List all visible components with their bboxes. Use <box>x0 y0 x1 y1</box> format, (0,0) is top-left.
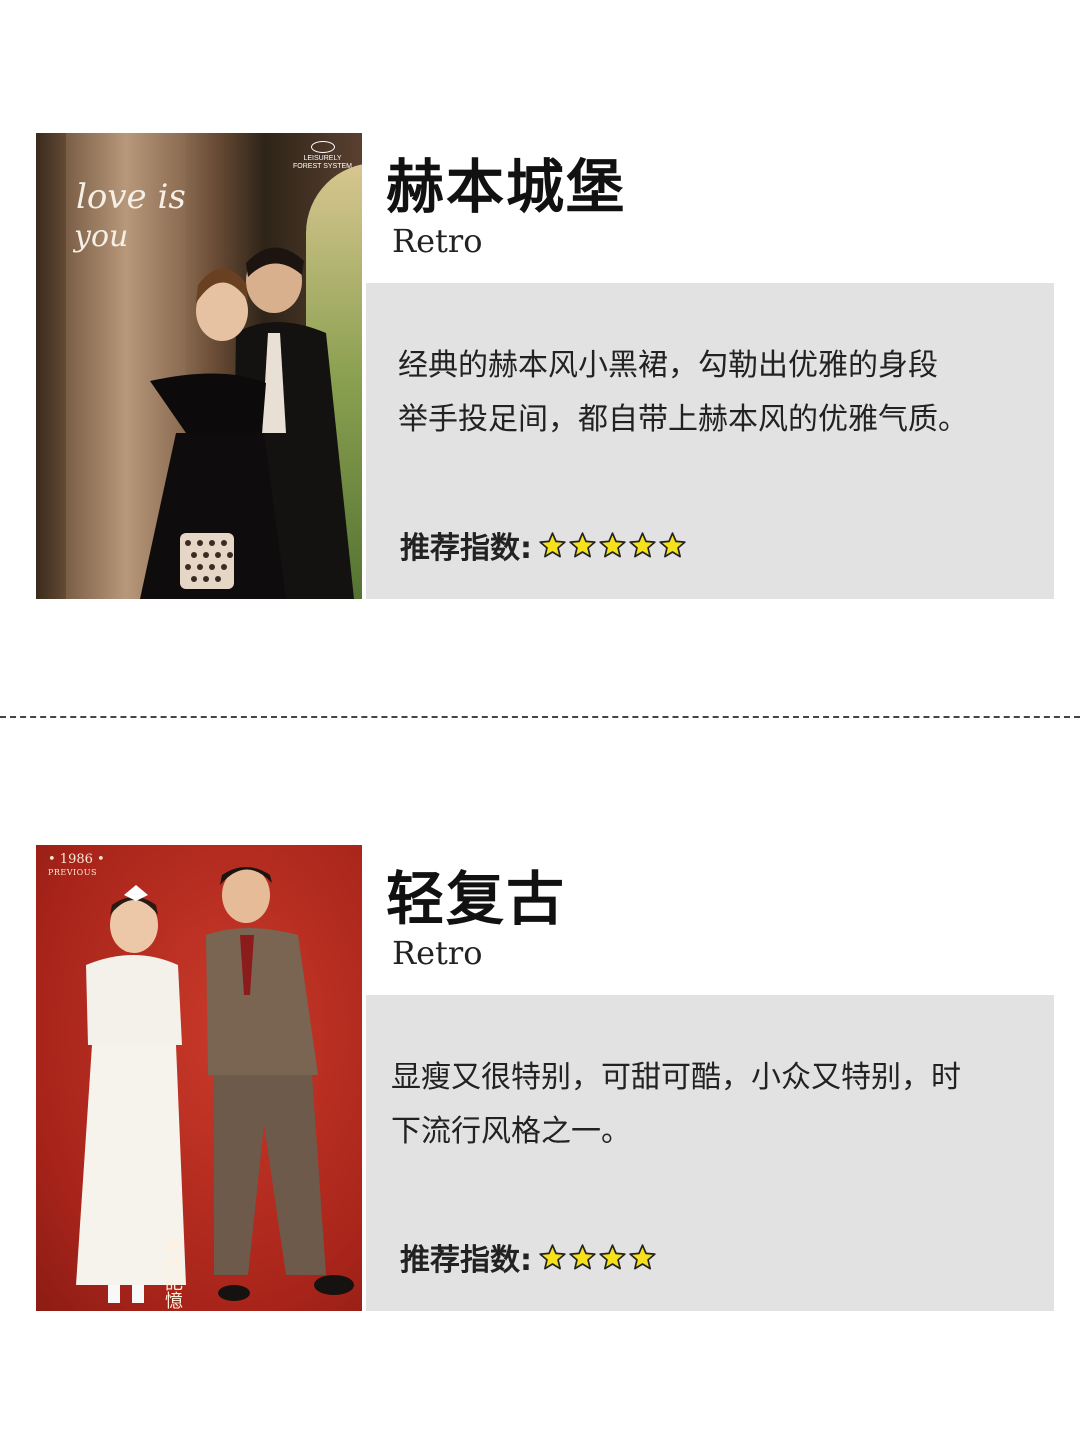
card-subtitle: Retro <box>392 934 483 972</box>
star-icon <box>569 1243 596 1269</box>
photo-year-mark: • 1986 • PREVIOUS <box>48 852 105 877</box>
dashed-divider <box>0 716 1080 718</box>
couple-photo-light-retro: • 1986 • PREVIOUS 時代記憶 <box>36 845 362 1311</box>
card-title: 赫本城堡 <box>386 153 627 221</box>
star-icon <box>599 1243 626 1269</box>
couple-illustration <box>76 867 354 1303</box>
star-icon <box>599 531 626 557</box>
star-icon <box>539 531 566 557</box>
photo-caption: 時代記憶 <box>162 1237 183 1309</box>
rating-row: 推荐指数: <box>400 523 688 567</box>
photo-script-line2: you <box>74 219 129 254</box>
star-icon <box>659 531 686 557</box>
star-icon <box>539 1243 566 1269</box>
photo-script-line1: love is <box>76 177 186 217</box>
rating-row: 推荐指数: <box>400 1235 658 1279</box>
card-title: 轻复古 <box>386 865 567 933</box>
star-rating <box>538 1243 658 1272</box>
star-rating <box>538 531 688 560</box>
rating-label: 推荐指数: <box>400 531 532 566</box>
description-panel: 显瘦又很特别，可甜可酷，小众又特别，时 下流行风格之一。 推荐指数: <box>366 995 1054 1311</box>
star-icon <box>569 531 596 557</box>
card-description: 经典的赫本风小黑裙，勾勒出优雅的身段 举手投足间，都自带上赫本风的优雅气质。 <box>398 348 968 437</box>
logo-badge-icon <box>310 141 335 153</box>
card-description: 显瘦又很特别，可甜可酷，小众又特别，时 下流行风格之一。 <box>391 1060 961 1149</box>
description-panel: 经典的赫本风小黑裙，勾勒出优雅的身段 举手投足间，都自带上赫本风的优雅气质。 推… <box>366 283 1054 599</box>
star-icon <box>629 531 656 557</box>
star-icon <box>629 1243 656 1269</box>
couple-photo-hepburn: love is you LEISURELY FOREST SYSTEM <box>36 133 362 599</box>
photo-logo: LEISURELY FOREST SYSTEM <box>293 141 352 171</box>
rating-label: 推荐指数: <box>400 1243 532 1278</box>
card-subtitle: Retro <box>392 222 483 260</box>
